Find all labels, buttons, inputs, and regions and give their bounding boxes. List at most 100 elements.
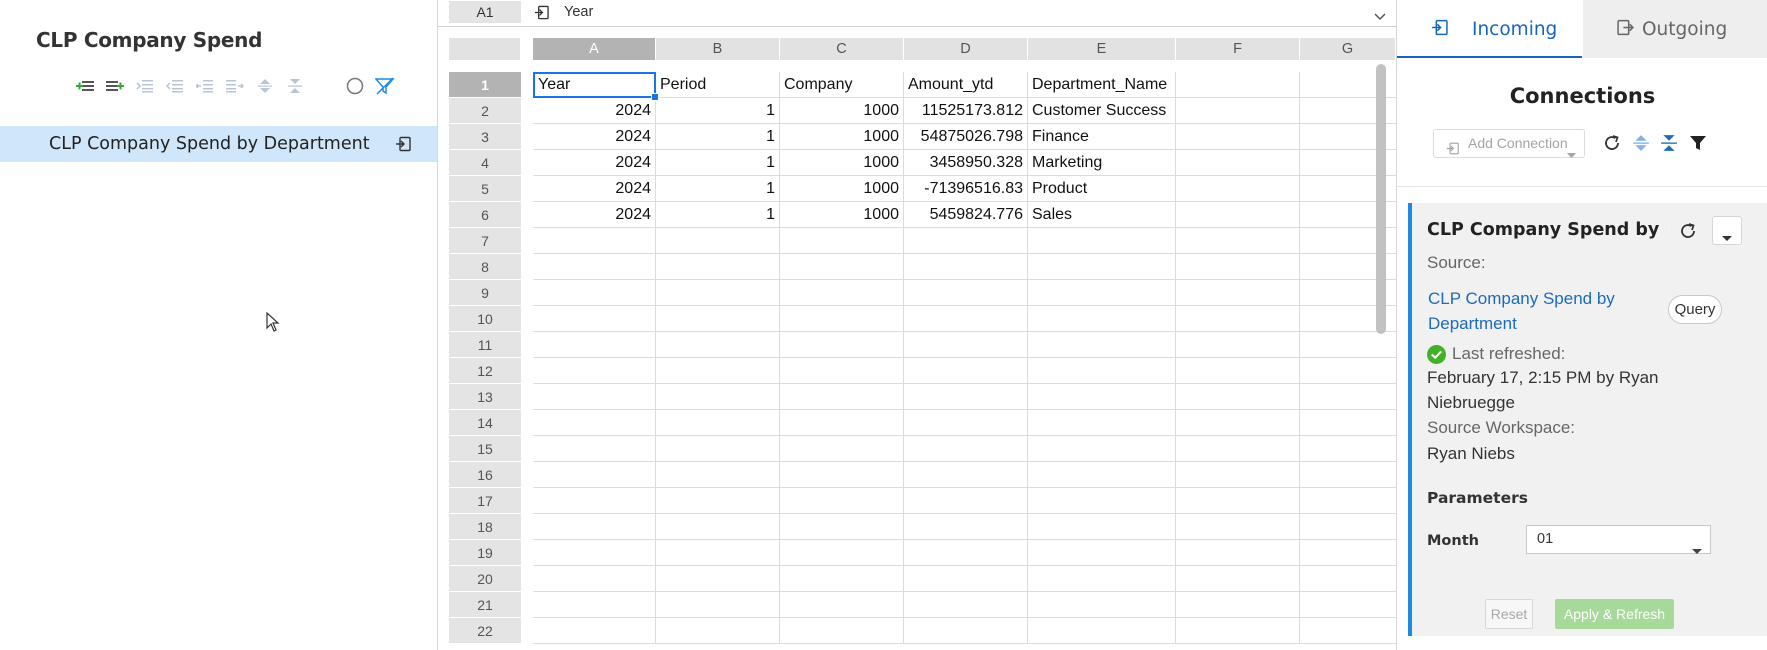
outdent-icon[interactable] [160,76,190,96]
expand-all-icon[interactable] [1633,134,1649,157]
grid-cell[interactable]: 2024 [533,124,656,150]
grid-cell[interactable] [533,462,656,488]
refresh-icon[interactable] [1603,134,1621,157]
row-header[interactable]: 20 [449,566,521,592]
grid-cell[interactable] [1176,540,1300,566]
grid-cell[interactable] [533,514,656,540]
grid-cell[interactable] [656,410,780,436]
row-header[interactable]: 22 [449,618,521,644]
grid-cell[interactable] [1028,540,1176,566]
row-header[interactable]: 1 [449,72,521,98]
grid-cell[interactable] [656,358,780,384]
add-child-row-icon[interactable] [100,76,130,96]
grid-cell[interactable] [1028,332,1176,358]
vertical-scrollbar[interactable] [1376,64,1386,334]
grid-cell[interactable]: Amount_ytd [904,72,1028,98]
grid-cell[interactable] [904,462,1028,488]
grid-cell[interactable] [1028,618,1176,644]
grid-cell[interactable] [1176,592,1300,618]
add-connection-button[interactable]: Add Connection [1433,129,1585,158]
grid-cell[interactable] [1176,124,1300,150]
grid-cell[interactable] [1300,410,1396,436]
row-header[interactable]: 15 [449,436,521,462]
row-header[interactable]: 18 [449,514,521,540]
grid-cell[interactable] [780,384,904,410]
outline-item-selected[interactable]: CLP Company Spend by Department [0,126,437,162]
grid-cell[interactable]: Sales [1028,202,1176,228]
grid-cell[interactable] [780,514,904,540]
grid-cell[interactable] [1028,488,1176,514]
grid-cell[interactable] [533,254,656,280]
grid-cell[interactable] [1176,228,1300,254]
row-header[interactable]: 11 [449,332,521,358]
grid-cell[interactable]: 1 [656,176,780,202]
grid-cell[interactable] [780,618,904,644]
grid-cell[interactable] [1300,514,1396,540]
grid-cell[interactable] [1300,358,1396,384]
row-header[interactable]: 10 [449,306,521,332]
grid-cell[interactable] [656,254,780,280]
grid-cell[interactable] [1300,488,1396,514]
indent-icon[interactable] [130,76,160,96]
grid-cell[interactable]: Marketing [1028,150,1176,176]
column-header[interactable]: G [1300,38,1396,60]
filter-icon[interactable] [1689,134,1707,157]
grid-cell[interactable] [904,280,1028,306]
grid-cell[interactable] [533,488,656,514]
column-header[interactable]: A [533,38,656,60]
grid-cell[interactable] [904,358,1028,384]
grid-cell[interactable] [904,228,1028,254]
move-left-icon[interactable] [190,76,220,96]
formula-input[interactable]: Year [564,4,593,20]
row-header[interactable]: 16 [449,462,521,488]
grid-cell[interactable] [533,410,656,436]
grid-cell[interactable] [1176,280,1300,306]
grid-cell[interactable]: Company [780,72,904,98]
grid-cell[interactable] [656,332,780,358]
grid-cell[interactable] [656,306,780,332]
row-header[interactable]: 3 [449,124,521,150]
grid-cell[interactable] [656,228,780,254]
grid-cell[interactable] [656,592,780,618]
row-header[interactable]: 17 [449,488,521,514]
grid-cell[interactable] [1176,358,1300,384]
grid-cell[interactable] [533,384,656,410]
name-box[interactable]: A1 [449,1,521,23]
grid-cell[interactable] [1028,410,1176,436]
grid-cell[interactable] [1300,592,1396,618]
grid-cell[interactable] [1028,566,1176,592]
grid-cell[interactable] [656,618,780,644]
grid-cell[interactable] [1176,566,1300,592]
grid-cell[interactable] [656,488,780,514]
grid-cell[interactable] [656,540,780,566]
grid-cell[interactable] [1176,306,1300,332]
column-header[interactable]: D [904,38,1028,60]
grid-cell[interactable] [780,592,904,618]
grid-cell[interactable] [1028,306,1176,332]
grid-cell[interactable] [533,540,656,566]
reset-button[interactable]: Reset [1485,599,1533,629]
row-header[interactable]: 7 [449,228,521,254]
grid-cell[interactable] [656,462,780,488]
expand-icon[interactable] [250,76,280,96]
grid-cell[interactable] [533,332,656,358]
select-all-corner[interactable] [449,38,521,60]
fill-handle[interactable] [651,93,659,101]
grid-cell[interactable] [904,618,1028,644]
grid-cell[interactable] [1300,436,1396,462]
grid-cell[interactable]: 54875026.798 [904,124,1028,150]
grid-cell[interactable] [904,566,1028,592]
grid-cell[interactable] [904,488,1028,514]
grid-cell[interactable] [1176,462,1300,488]
chevron-down-icon[interactable] [1374,8,1386,26]
grid-cell[interactable]: Product [1028,176,1176,202]
filter-off-icon[interactable] [370,76,400,96]
grid-cell[interactable] [780,566,904,592]
source-link[interactable]: CLP Company Spend by Department [1428,286,1648,336]
grid-cell[interactable] [780,228,904,254]
grid-cell[interactable] [1176,410,1300,436]
grid-cell[interactable] [1300,384,1396,410]
grid-cell[interactable] [1176,150,1300,176]
add-row-icon[interactable] [70,76,100,96]
grid-cell[interactable] [1028,228,1176,254]
